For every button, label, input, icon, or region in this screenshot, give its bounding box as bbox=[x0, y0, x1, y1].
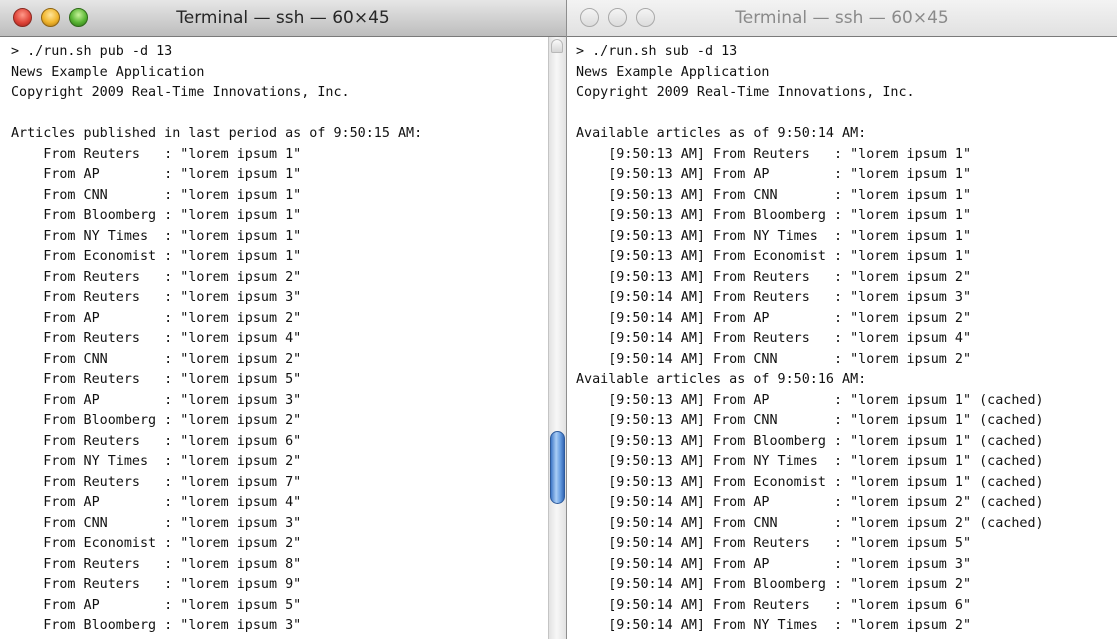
terminal-line: From NY Times : "lorem ipsum 1" bbox=[11, 228, 302, 244]
terminal-line: From Bloomberg : "lorem ipsum 3" bbox=[11, 618, 302, 633]
terminal-line: [9:50:13 AM] From CNN : "lorem ipsum 1" … bbox=[576, 413, 1044, 428]
terminal-line: [9:50:14 AM] From AP : "lorem ipsum 2" bbox=[576, 310, 972, 326]
terminal-line: [9:50:13 AM] From CNN : "lorem ipsum 1" bbox=[576, 187, 972, 203]
terminal-line: Available articles as of 9:50:14 AM: bbox=[576, 126, 867, 141]
terminal-line: From Bloomberg : "lorem ipsum 2" bbox=[11, 413, 302, 428]
terminal-line: [9:50:14 AM] From Reuters : "lorem ipsum… bbox=[576, 290, 972, 305]
terminal-line: News Example Application bbox=[11, 64, 205, 80]
terminal-text: > ./run.sh pub -d 13 News Example Applica… bbox=[0, 37, 566, 637]
terminal-line: From Reuters : "lorem ipsum 9" bbox=[11, 577, 302, 592]
terminal-line: [9:50:13 AM] From NY Times : "lorem ipsu… bbox=[576, 228, 972, 244]
terminal-line: From AP : "lorem ipsum 4" bbox=[11, 495, 302, 510]
terminal-output[interactable]: > ./run.sh sub -d 13 News Example Applica… bbox=[567, 37, 1117, 639]
terminal-line: From Reuters : "lorem ipsum 4" bbox=[11, 331, 302, 346]
terminal-output[interactable]: > ./run.sh pub -d 13 News Example Applica… bbox=[0, 37, 566, 639]
terminal-line: From Reuters : "lorem ipsum 5" bbox=[11, 372, 302, 387]
scrollbar[interactable] bbox=[548, 37, 566, 639]
terminal-line: [9:50:13 AM] From NY Times : "lorem ipsu… bbox=[576, 454, 1044, 469]
terminal-line: [9:50:13 AM] From Bloomberg : "lorem ips… bbox=[576, 208, 972, 223]
window-title: Terminal — ssh — 60×45 bbox=[735, 8, 949, 28]
window-title: Terminal — ssh — 60×45 bbox=[176, 8, 390, 28]
terminal-line: Available articles as of 9:50:16 AM: bbox=[576, 372, 867, 387]
terminal-line: > ./run.sh sub -d 13 bbox=[576, 44, 738, 59]
terminal-line: From Reuters : "lorem ipsum 7" bbox=[11, 474, 302, 490]
terminal-line: [9:50:13 AM] From AP : "lorem ipsum 1" (… bbox=[576, 392, 1044, 408]
terminal-line: From Bloomberg : "lorem ipsum 1" bbox=[11, 208, 302, 223]
terminal-line: [9:50:14 AM] From CNN : "lorem ipsum 2" bbox=[576, 351, 972, 367]
terminal-line: Copyright 2009 Real-Time Innovations, In… bbox=[576, 85, 915, 100]
terminal-line: [9:50:14 AM] From CNN : "lorem ipsum 2" … bbox=[576, 515, 1044, 531]
terminal-line: From CNN : "lorem ipsum 3" bbox=[11, 515, 302, 531]
terminal-window-sub: Terminal — ssh — 60×45 > ./run.sh sub -d… bbox=[566, 0, 1117, 639]
terminal-line: From NY Times : "lorem ipsum 2" bbox=[11, 454, 302, 469]
terminal-line: From AP : "lorem ipsum 2" bbox=[11, 310, 302, 326]
terminal-line: [9:50:13 AM] From Reuters : "lorem ipsum… bbox=[576, 146, 972, 162]
terminal-line: From AP : "lorem ipsum 1" bbox=[11, 167, 302, 182]
terminal-line: [9:50:14 AM] From AP : "lorem ipsum 3" bbox=[576, 556, 972, 572]
terminal-line: From Reuters : "lorem ipsum 6" bbox=[11, 433, 302, 449]
terminal-line: [9:50:13 AM] From Economist : "lorem ips… bbox=[576, 249, 972, 264]
terminal-line: From CNN : "lorem ipsum 2" bbox=[11, 351, 302, 367]
titlebar[interactable]: Terminal — ssh — 60×45 bbox=[0, 0, 566, 37]
terminal-line: From Reuters : "lorem ipsum 1" bbox=[11, 146, 302, 162]
terminal-line: Articles published in last period as of … bbox=[11, 126, 423, 141]
terminal-line: > ./run.sh pub -d 13 bbox=[11, 44, 173, 59]
terminal-line: [9:50:13 AM] From Reuters : "lorem ipsum… bbox=[576, 269, 972, 285]
terminal-line: [9:50:14 AM] From Reuters : "lorem ipsum… bbox=[576, 331, 972, 346]
terminal-line: From Reuters : "lorem ipsum 2" bbox=[11, 269, 302, 285]
terminal-line: [9:50:14 AM] From AP : "lorem ipsum 2" (… bbox=[576, 495, 1044, 510]
terminal-line: [9:50:13 AM] From Economist : "lorem ips… bbox=[576, 474, 1044, 490]
titlebar[interactable]: Terminal — ssh — 60×45 bbox=[567, 0, 1117, 37]
terminal-line: From Economist : "lorem ipsum 2" bbox=[11, 536, 302, 551]
terminal-line: From AP : "lorem ipsum 5" bbox=[11, 597, 302, 613]
terminal-line: [9:50:14 AM] From Reuters : "lorem ipsum… bbox=[576, 536, 972, 551]
terminal-line: Copyright 2009 Real-Time Innovations, In… bbox=[11, 85, 350, 100]
terminal-line: [9:50:14 AM] From Reuters : "lorem ipsum… bbox=[576, 597, 972, 613]
terminal-line: [9:50:13 AM] From AP : "lorem ipsum 1" bbox=[576, 167, 972, 182]
terminal-line: From Reuters : "lorem ipsum 8" bbox=[11, 556, 302, 572]
terminal-line: From Reuters : "lorem ipsum 3" bbox=[11, 290, 302, 305]
terminal-line: From AP : "lorem ipsum 3" bbox=[11, 392, 302, 408]
terminal-line: From Economist : "lorem ipsum 1" bbox=[11, 249, 302, 264]
scrollbar-thumb[interactable] bbox=[550, 431, 565, 504]
terminal-line: From CNN : "lorem ipsum 1" bbox=[11, 187, 302, 203]
terminal-text: > ./run.sh sub -d 13 News Example Applica… bbox=[567, 37, 1117, 637]
scrollbar-cap bbox=[551, 39, 563, 53]
terminal-window-pub: Terminal — ssh — 60×45 > ./run.sh pub -d… bbox=[0, 0, 566, 639]
terminal-line: [9:50:14 AM] From Bloomberg : "lorem ips… bbox=[576, 577, 972, 592]
terminal-line: [9:50:13 AM] From Bloomberg : "lorem ips… bbox=[576, 433, 1044, 449]
terminal-line: [9:50:14 AM] From NY Times : "lorem ipsu… bbox=[576, 618, 972, 633]
terminal-line: News Example Application bbox=[576, 64, 770, 80]
